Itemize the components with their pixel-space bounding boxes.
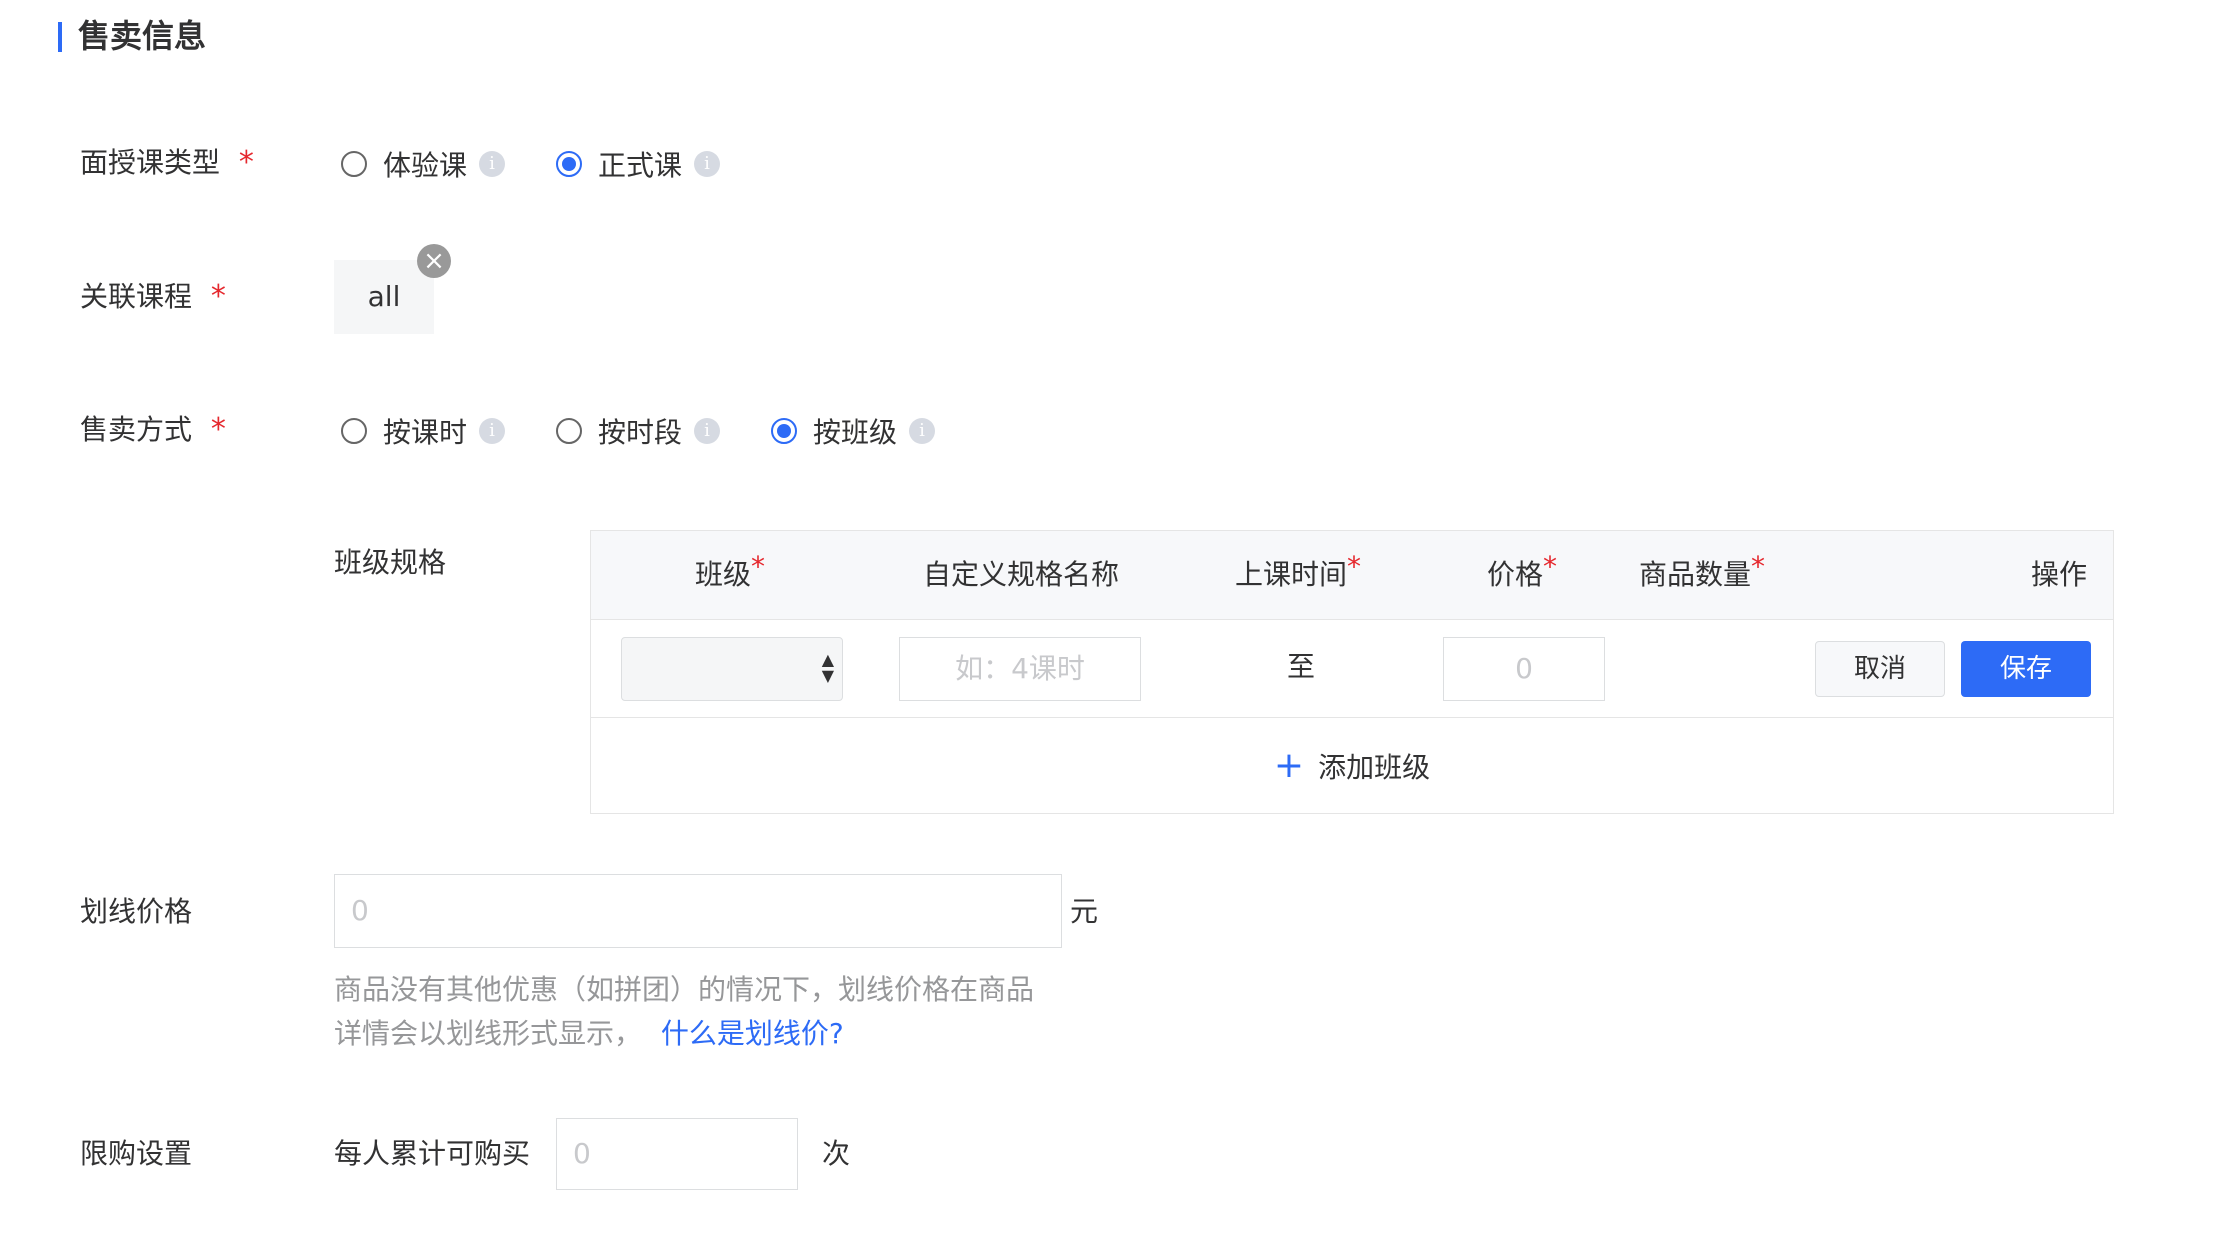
radio-label: 按时段 [598,416,683,449]
close-icon[interactable]: × [417,244,451,278]
course-tag[interactable]: all [334,260,434,334]
purchase-limit-label: 限购设置 [80,1137,193,1170]
strike-price-hint-line1: 商品没有其他优惠（如拼团）的情况下，划线价格在商品 [334,973,1035,1006]
sale-method-label-text: 售卖方式 [80,413,193,446]
header-text: 班级 [695,558,752,591]
table-header: 班级* 自定义规格名称 上课时间* 价格* 商品数量* 操作 [591,531,2113,620]
header-class: 班级* [695,531,765,619]
header-action: 操作 [2030,558,2087,591]
info-icon[interactable]: i [479,418,506,444]
sale-method-label: 售卖方式 * [80,410,226,450]
radio-label: 按班级 [813,416,898,449]
radio-circle[interactable] [341,151,367,177]
purchase-limit-prefix: 每人累计可购买 [334,1137,531,1170]
info-icon[interactable]: i [694,151,721,177]
radio-circle-checked[interactable] [771,418,797,444]
plus-icon: + [1273,745,1305,786]
required-mark: * [1543,550,1558,583]
class-select[interactable]: ▲ ▼ [621,637,843,701]
strike-price-hint-line2: 详情会以划线形式显示， 什么是划线价? [334,1012,844,1056]
cancel-button[interactable]: 取消 [1815,641,1945,697]
table-row: ▲ ▼ 如：4课时 至 0 取消 保存 [591,619,2113,718]
radio-label: 按课时 [383,416,468,449]
radio-by-period[interactable]: 按时段 i [556,411,721,451]
related-course-label-text: 关联课程 [80,280,193,313]
what-is-strike-price-link[interactable]: 什么是划线价? [661,1017,844,1050]
select-arrows-icon: ▲ ▼ [821,650,834,685]
radio-label: 体验课 [383,149,468,182]
required-mark: * [238,145,254,180]
info-icon[interactable]: i [479,151,506,177]
radio-by-lesson[interactable]: 按课时 i [341,411,506,451]
add-class-label: 添加班级 [1318,751,1431,784]
header-text: 价格 [1487,558,1544,591]
price-input[interactable]: 0 [1443,637,1605,701]
strike-price-input[interactable]: 0 [334,874,1062,948]
section-title: 售卖信息 [78,17,207,55]
purchase-limit-input[interactable]: 0 [556,1118,798,1190]
course-type-label: 面授课类型 * [80,143,254,183]
header-text: 上课时间 [1235,558,1348,591]
strike-price-label: 划线价格 [80,895,193,928]
radio-label: 正式课 [598,149,683,182]
time-separator: 至 [1287,650,1316,683]
radio-circle[interactable] [556,418,582,444]
header-time: 上课时间* [1235,531,1361,619]
related-course-label: 关联课程 * [80,277,226,317]
radio-circle[interactable] [341,418,367,444]
hint-text: 详情会以划线形式显示， [334,1017,643,1050]
purchase-limit-unit: 次 [822,1137,851,1170]
info-icon[interactable]: i [694,418,721,444]
custom-name-input[interactable]: 如：4课时 [899,637,1141,701]
header-price: 价格* [1487,531,1557,619]
header-quantity: 商品数量* [1639,531,1765,619]
required-mark: * [751,550,766,583]
required-mark: * [1347,550,1362,583]
required-mark: * [210,279,226,314]
radio-circle-checked[interactable] [556,151,582,177]
header-custom-name: 自定义规格名称 [923,558,1120,591]
required-mark: * [210,412,226,447]
info-icon[interactable]: i [909,418,936,444]
strike-price-unit: 元 [1070,895,1099,928]
add-class-button[interactable]: + 添加班级 [591,718,2113,814]
class-spec-label: 班级规格 [334,546,447,579]
radio-trial-course[interactable]: 体验课 i [341,144,506,184]
course-type-label-text: 面授课类型 [80,146,221,179]
section-accent-bar [58,22,62,52]
required-mark: * [1751,550,1766,583]
class-spec-table: 班级* 自定义规格名称 上课时间* 价格* 商品数量* 操作 ▲ ▼ 如：4课时 … [590,530,2114,814]
header-text: 商品数量 [1639,558,1752,591]
radio-by-class[interactable]: 按班级 i [771,411,936,451]
radio-formal-course[interactable]: 正式课 i [556,144,721,184]
save-button[interactable]: 保存 [1961,641,2091,697]
